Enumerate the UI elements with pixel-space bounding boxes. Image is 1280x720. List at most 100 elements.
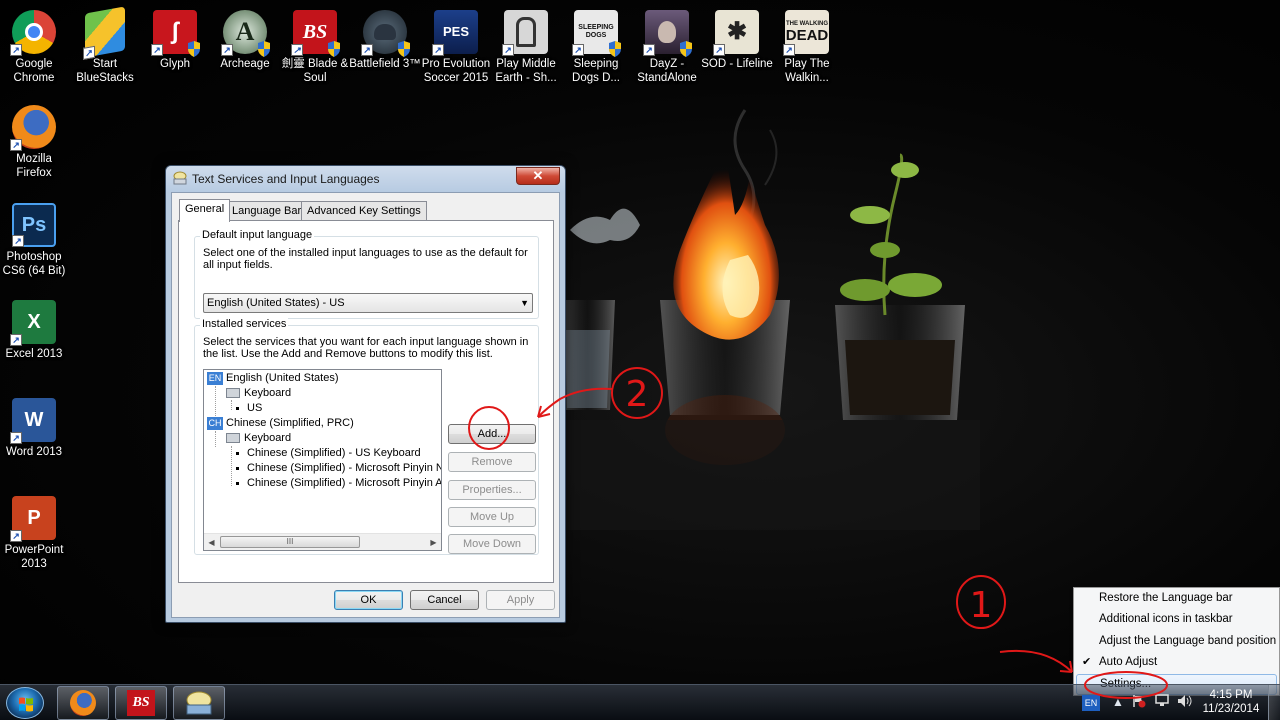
photoshop-icon: Ps ↗ xyxy=(12,203,56,247)
desktop-icon-photoshop[interactable]: Ps ↗ Photoshop CS6 (64 Bit) xyxy=(0,203,70,278)
blade-and-soul-icon: BS ↗ xyxy=(291,10,340,57)
shortcut-arrow-icon: ↗ xyxy=(713,44,725,56)
tree-item-pinyin-ae[interactable]: Chinese (Simplified) - Microsoft Pinyin … xyxy=(236,476,441,491)
desktop-icon-label: Photoshop CS6 (64 Bit) xyxy=(2,251,66,277)
windows-logo-icon xyxy=(19,697,33,712)
shortcut-arrow-icon: ↗ xyxy=(783,44,795,56)
shortcut-arrow-icon: ↗ xyxy=(10,334,22,346)
taskbar-text-services-button[interactable] xyxy=(173,686,225,720)
desktop-icon-label: PowerPoint 2013 xyxy=(4,544,64,570)
bullet-icon xyxy=(236,481,239,485)
menu-item-additional-icons[interactable]: Additional icons in taskbar xyxy=(1076,609,1277,630)
desktop-icon-archeage[interactable]: A ↗ Archeage xyxy=(209,10,281,71)
desktop-icon-label: Word 2013 xyxy=(5,446,63,458)
group-description: Select one of the installed input langua… xyxy=(203,247,528,271)
shortcut-arrow-icon: ↗ xyxy=(10,44,22,56)
properties-button[interactable]: Properties... xyxy=(448,480,536,500)
desktop-icon-dayz[interactable]: ↗ DayZ - StandAlone xyxy=(631,10,703,85)
tree-connector xyxy=(231,446,232,486)
taskbar-firefox-button[interactable] xyxy=(57,686,109,720)
uac-shield-icon xyxy=(398,41,410,57)
shortcut-arrow-icon: ↗ xyxy=(572,44,584,56)
glyph-icon: ʃ ↗ xyxy=(151,10,200,57)
move-up-button[interactable]: Move Up xyxy=(448,507,536,527)
move-down-button[interactable]: Move Down xyxy=(448,534,536,554)
tree-item-chinese-us-keyboard[interactable]: Chinese (Simplified) - US Keyboard xyxy=(236,446,421,461)
installed-services-group: Installed services Select the services t… xyxy=(194,318,539,555)
cancel-button[interactable]: Cancel xyxy=(410,590,479,610)
tree-item-keyboard[interactable]: Keyboard xyxy=(226,386,291,401)
ok-button[interactable]: OK xyxy=(334,590,403,610)
dialog-titlebar[interactable]: Text Services and Input Languages ✕ xyxy=(166,166,565,192)
shortcut-arrow-icon: ↗ xyxy=(10,530,22,542)
desktop-icon-powerpoint[interactable]: P ↗ PowerPoint 2013 xyxy=(0,496,70,571)
text-services-dialog: Text Services and Input Languages ✕ Gene… xyxy=(165,165,566,623)
shortcut-arrow-icon: ↗ xyxy=(83,45,95,60)
menu-item-adjust-band-position[interactable]: Adjust the Language band position xyxy=(1076,631,1277,652)
taskbar-blade-and-soul-button[interactable]: BS xyxy=(115,686,167,720)
language-indicator[interactable]: EN xyxy=(1082,695,1100,711)
horizontal-scrollbar[interactable]: ◀ III ▶ xyxy=(204,533,441,550)
close-button[interactable]: ✕ xyxy=(516,167,560,185)
tree-connector xyxy=(231,400,232,410)
installed-services-tree[interactable]: EN English (United States) Keyboard US CH… xyxy=(203,369,442,551)
pes-icon: PES ↗ xyxy=(432,10,478,56)
group-description: Select the services that you want for ea… xyxy=(203,336,529,360)
default-language-dropdown[interactable]: English (United States) - US ▼ xyxy=(203,293,533,313)
tree-item-chinese[interactable]: CH Chinese (Simplified, PRC) xyxy=(207,416,354,431)
desktop-icon-label: Google Chrome xyxy=(13,58,55,84)
chevron-down-icon: ▼ xyxy=(520,298,529,308)
desktop-icon-glyph[interactable]: ʃ ↗ Glyph xyxy=(139,10,211,71)
bluestacks-icon: ↗ xyxy=(83,6,125,60)
tab-general[interactable]: General xyxy=(179,199,231,222)
menu-item-restore-language-bar[interactable]: Restore the Language bar xyxy=(1076,588,1277,609)
desktop-icon-battlefield[interactable]: ↗ Battlefield 3™ xyxy=(349,10,421,71)
uac-shield-icon xyxy=(609,41,621,57)
desktop-icon-blade-and-soul[interactable]: BS ↗ 劍靈 Blade & Soul xyxy=(279,10,351,85)
sleeping-dogs-icon: SLEEPING DOGS ↗ xyxy=(572,10,621,57)
network-icon[interactable] xyxy=(1154,694,1170,710)
scroll-left-icon[interactable]: ◀ xyxy=(205,536,218,549)
tree-item-us[interactable]: US xyxy=(236,401,262,416)
desktop-icon-walking-dead[interactable]: THE WALKING DEAD ↗ Play The Walkin... xyxy=(771,10,843,85)
tab-advanced-key-settings[interactable]: Advanced Key Settings xyxy=(301,201,427,221)
tree-item-keyboard[interactable]: Keyboard xyxy=(226,431,291,446)
show-hidden-icons-icon[interactable]: ▲ xyxy=(1110,694,1126,710)
apply-button[interactable]: Apply xyxy=(486,590,555,610)
uac-shield-icon xyxy=(258,41,270,57)
desktop-icon-firefox[interactable]: ↗ Mozilla Firefox xyxy=(0,105,70,180)
show-desktop-button[interactable] xyxy=(1268,685,1280,720)
tree-item-pinyin-ne[interactable]: Chinese (Simplified) - Microsoft Pinyin … xyxy=(236,461,441,476)
add-button[interactable]: Add... xyxy=(448,424,536,444)
shortcut-arrow-icon: ↗ xyxy=(221,44,233,56)
shortcut-arrow-icon: ↗ xyxy=(291,44,303,56)
keyboard-language-icon xyxy=(186,691,212,715)
desktop-icon-label: Sleeping Dogs D... xyxy=(572,58,620,84)
shortcut-arrow-icon: ↗ xyxy=(12,235,24,247)
scroll-right-icon[interactable]: ▶ xyxy=(427,536,440,549)
bullet-icon xyxy=(236,451,239,455)
volume-icon[interactable] xyxy=(1177,694,1193,710)
desktop-icon-chrome[interactable]: ↗ Google Chrome xyxy=(0,10,70,85)
group-title: Default input language xyxy=(200,229,315,241)
scrollbar-thumb[interactable]: III xyxy=(220,536,360,548)
desktop-icon-word[interactable]: W ↗ Word 2013 xyxy=(0,398,70,459)
bullet-icon xyxy=(236,406,239,410)
shortcut-arrow-icon: ↗ xyxy=(432,44,444,56)
bullet-icon xyxy=(236,466,239,470)
language-bar-context-menu: Restore the Language bar Additional icon… xyxy=(1073,587,1280,696)
tree-item-english[interactable]: EN English (United States) xyxy=(207,371,339,386)
start-button[interactable] xyxy=(6,687,44,719)
desktop-icon-bluestacks[interactable]: ↗ Start BlueStacks xyxy=(69,6,141,85)
desktop-icon-middle-earth[interactable]: ↗ Play Middle Earth - Sh... xyxy=(490,10,562,85)
menu-item-auto-adjust[interactable]: ✔ Auto Adjust xyxy=(1076,652,1277,673)
system-clock[interactable]: 4:15 PM 11/23/2014 xyxy=(1196,688,1266,716)
desktop-icon-sod-lifeline[interactable]: ✱ ↗ SOD - Lifeline xyxy=(701,10,773,71)
action-center-flag-icon[interactable] xyxy=(1131,694,1147,710)
desktop-icon-sleeping-dogs[interactable]: SLEEPING DOGS ↗ Sleeping Dogs D... xyxy=(560,10,632,85)
remove-button[interactable]: Remove xyxy=(448,452,536,472)
dayz-icon: ↗ xyxy=(643,10,692,57)
desktop-icon-pes[interactable]: PES ↗ Pro Evolution Soccer 2015 xyxy=(420,10,492,85)
tab-language-bar[interactable]: Language Bar xyxy=(226,201,308,221)
desktop-icon-excel[interactable]: X ↗ Excel 2013 xyxy=(0,300,70,361)
